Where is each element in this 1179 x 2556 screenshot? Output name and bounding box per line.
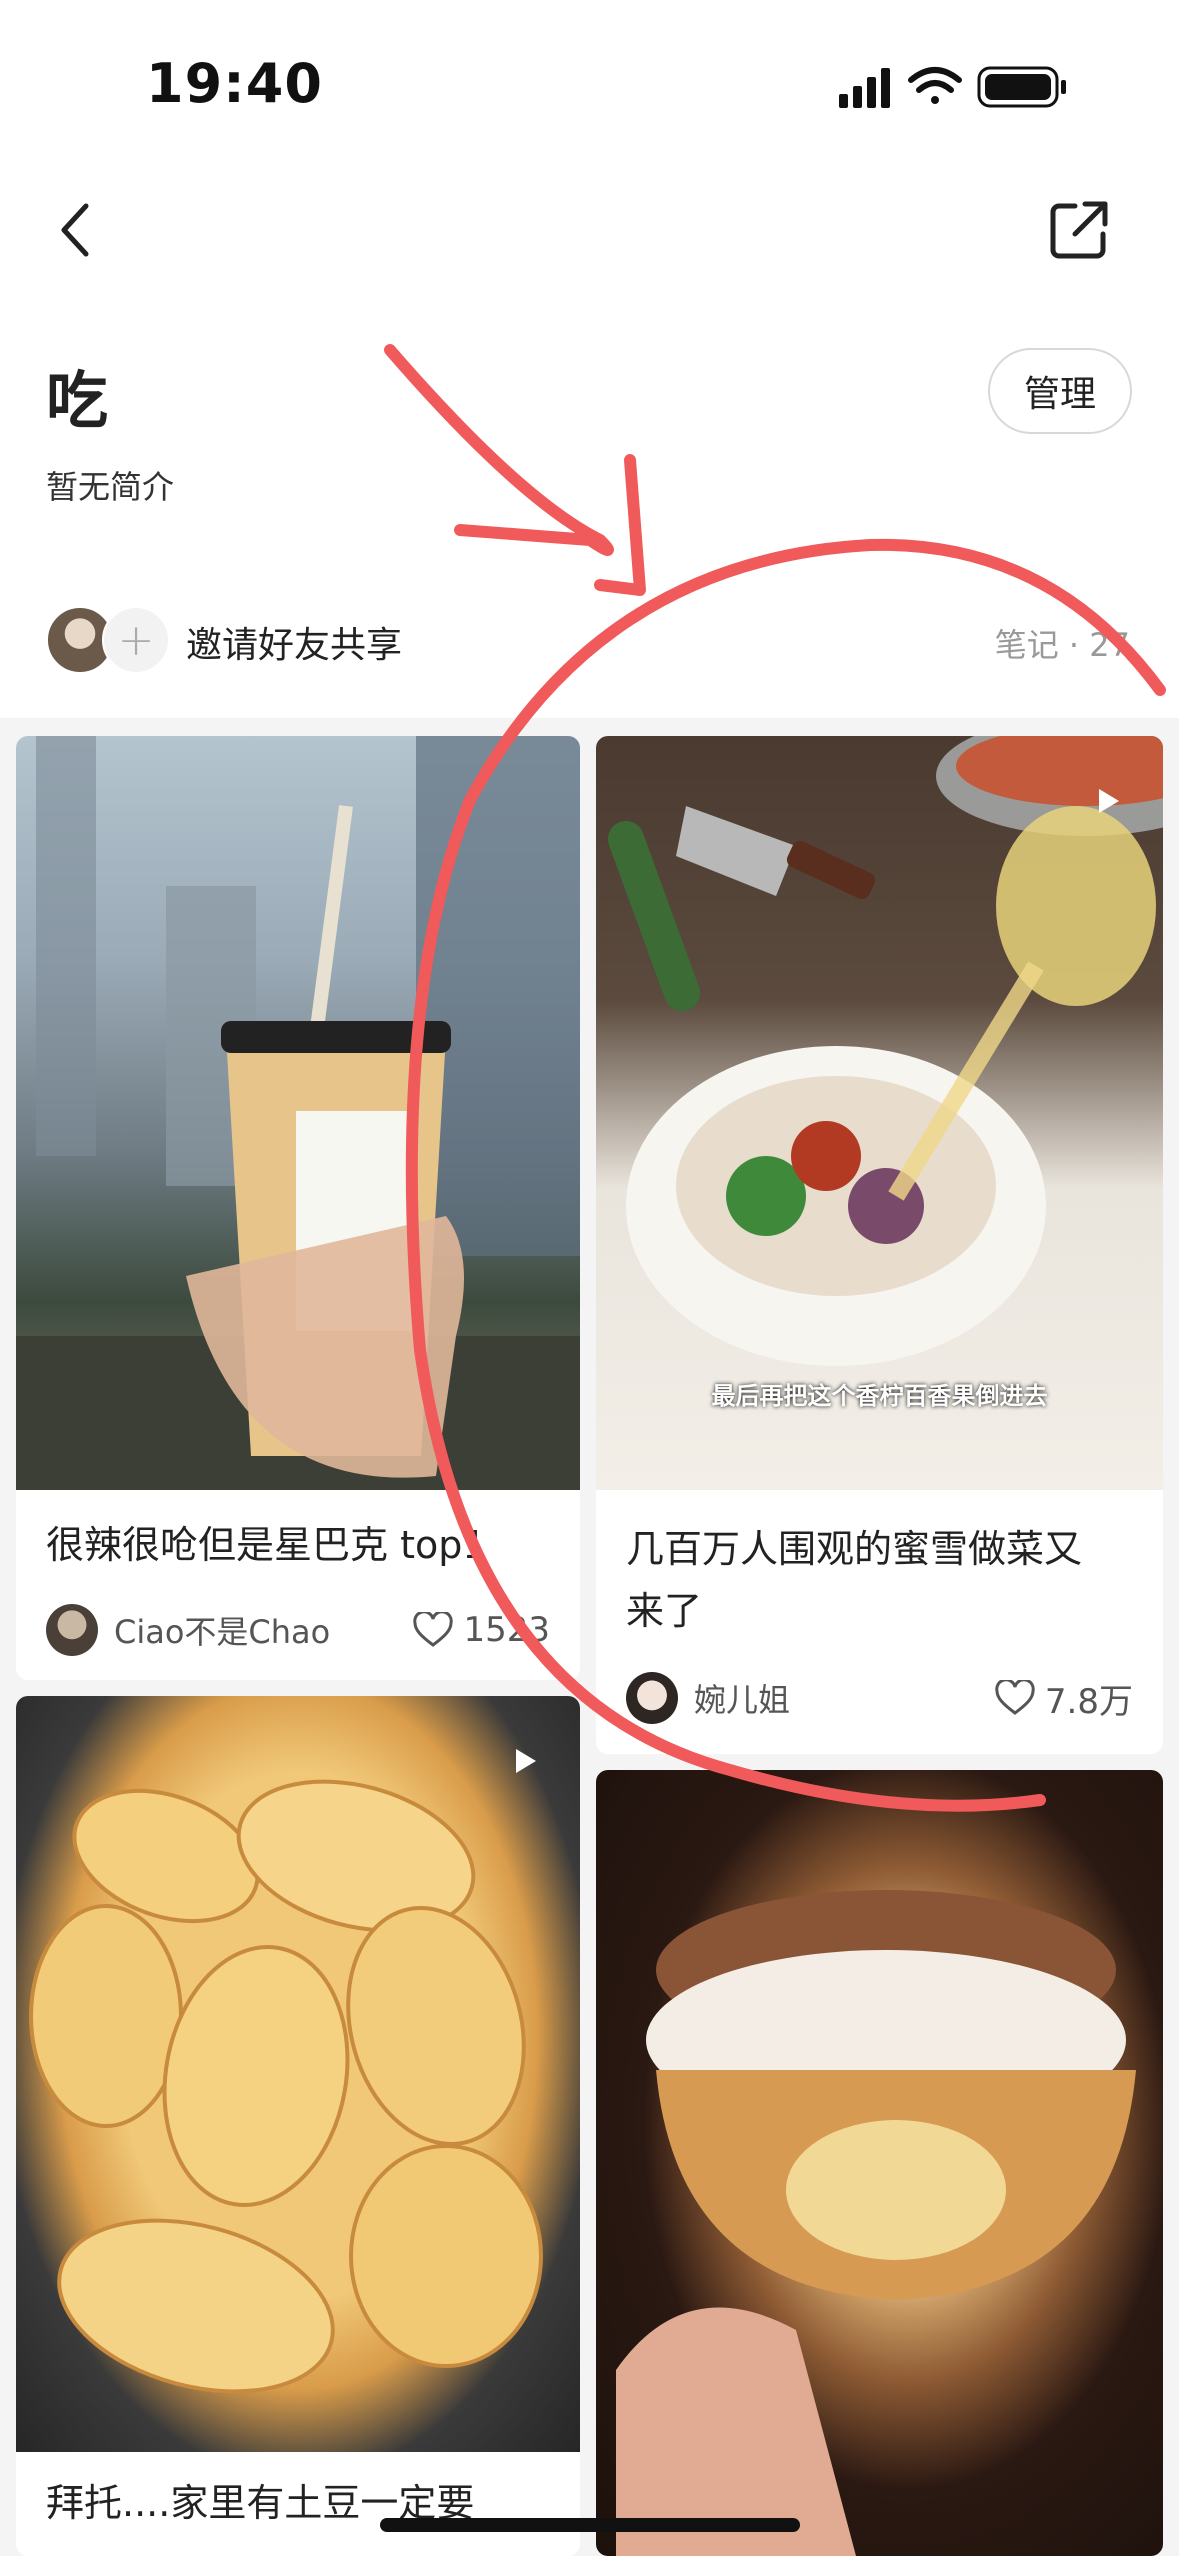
status-bar: 19:40	[0, 0, 1179, 170]
share-icon	[1050, 201, 1108, 259]
note-author[interactable]: Ciao不是Chao	[46, 1602, 330, 1658]
note-cover-image[interactable]: 最后再把这个香柠百香果倒进去	[596, 736, 1163, 1490]
chevron-left-icon	[61, 203, 89, 257]
video-play-icon	[516, 1749, 536, 1773]
author-name[interactable]: Ciao不是Chao	[114, 1607, 330, 1653]
note-card[interactable]: 拜托....家里有土豆一定要	[16, 1696, 580, 2556]
avatar[interactable]	[46, 1604, 98, 1656]
note-title-line: 几百万人围观的蜜雪做菜又	[626, 1527, 1083, 1571]
annotation-arrow-tip	[594, 454, 646, 596]
back-button[interactable]	[40, 190, 120, 270]
note-card[interactable]: 很辣很呛但是星巴克 top1 Ciao不是Chao 1523	[16, 736, 580, 1680]
note-card[interactable]: 最后再把这个香柠百香果倒进去 几百万人围观的蜜雪做菜又 来了 婉儿姐 7.8万	[596, 736, 1163, 1754]
note-title[interactable]: 几百万人围观的蜜雪做菜又 来了	[626, 1518, 1082, 1642]
video-play-icon	[1099, 789, 1119, 813]
invite-friends-link[interactable]: 邀请好友共享	[186, 616, 402, 668]
avatar[interactable]	[626, 1672, 678, 1724]
share-row: + 邀请好友共享 笔记 · 27	[46, 604, 1146, 680]
like-count: 7.8万	[1044, 1681, 1133, 1722]
note-card[interactable]	[596, 1770, 1163, 2556]
note-cover-image[interactable]	[16, 1696, 580, 2452]
plus-icon: +	[117, 614, 155, 666]
note-title[interactable]: 很辣很呛但是星巴克 top1	[46, 1514, 487, 1576]
like-button[interactable]: 1523	[413, 1602, 550, 1658]
dessert-illustration	[616, 1890, 1136, 2556]
author-name[interactable]: 婉儿姐	[694, 1675, 790, 1721]
cellular-signal-icon	[839, 68, 890, 108]
invite-plus-button[interactable]: +	[102, 606, 170, 674]
share-button[interactable]	[1039, 190, 1119, 270]
drink-cup-illustration	[16, 736, 580, 1490]
like-count: 1523	[463, 1610, 550, 1650]
battery-icon	[977, 66, 1066, 108]
heart-icon	[995, 1680, 1035, 1715]
wifi-icon	[908, 67, 962, 104]
video-caption: 最后再把这个香柠百香果倒进去	[711, 1382, 1048, 1410]
note-title-line: 来了	[626, 1589, 703, 1633]
like-button[interactable]: 7.8万	[995, 1670, 1133, 1726]
status-time: 19:40	[146, 52, 323, 115]
note-author[interactable]: 婉儿姐	[626, 1670, 790, 1726]
annotation-arrow	[384, 344, 614, 556]
notes-count: 笔记 · 27	[994, 626, 1130, 664]
status-icons	[839, 66, 1066, 108]
board-description: 暂无简介	[46, 468, 175, 506]
potato-illustration	[29, 1779, 543, 2394]
board-title: 吃	[46, 364, 109, 437]
note-cover-image[interactable]	[596, 1770, 1163, 2556]
heart-icon	[413, 1612, 454, 1647]
note-cover-image[interactable]	[16, 736, 580, 1490]
manage-button[interactable]: 管理	[988, 348, 1132, 434]
home-indicator[interactable]	[380, 2518, 800, 2532]
